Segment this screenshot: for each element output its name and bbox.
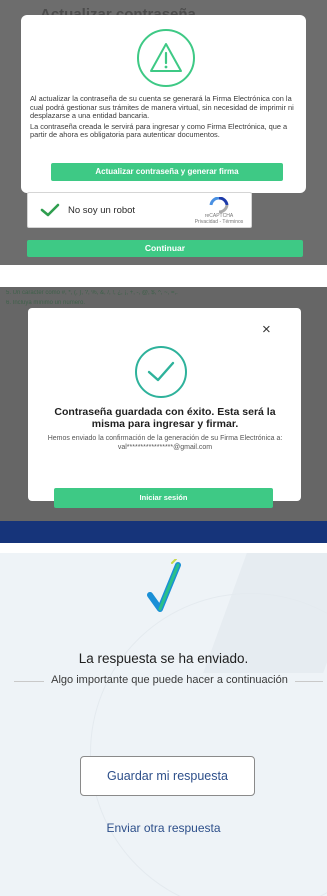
success-dialog: × Contraseña guardada con éxito. Esta se… bbox=[28, 308, 301, 508]
background-rule-5: 5. Un caracter como #, *, (, ), ?, %, &,… bbox=[6, 290, 178, 296]
recaptcha-links[interactable]: Privacidad - Términos bbox=[188, 219, 250, 225]
next-steps-text: Algo importante que puede hacer a contin… bbox=[51, 674, 288, 686]
recaptcha-text: reCAPTCHA Privacidad - Términos bbox=[188, 213, 250, 225]
update-password-button[interactable]: Actualizar contraseña y generar firma bbox=[51, 163, 283, 181]
divider-right bbox=[295, 681, 323, 682]
footer-bar bbox=[0, 521, 327, 543]
login-button[interactable]: Iniciar sesión bbox=[54, 488, 273, 508]
password-update-dialog: Al actualizar la contraseña de su cuenta… bbox=[21, 15, 306, 193]
background-rule-6: 6. Incluya mínimo un número. bbox=[6, 300, 86, 306]
dialog-paragraph-2: La contraseña creada le servirá para ing… bbox=[30, 121, 288, 140]
recaptcha-logo-icon bbox=[206, 196, 232, 214]
next-steps-row: Algo importante que puede hacer a contin… bbox=[0, 674, 327, 688]
continue-button[interactable]: Continuar bbox=[27, 240, 303, 257]
check-circle-icon bbox=[135, 346, 187, 398]
success-message: Hemos enviado la confirmación de la gene… bbox=[47, 435, 283, 451]
warning-triangle-icon bbox=[137, 29, 195, 87]
password-update-screen: Actualizar contraseña Al actualizar la c… bbox=[0, 0, 327, 265]
password-saved-screen: 5. Un caracter como #, *, (, ), ?, %, &,… bbox=[0, 287, 327, 543]
dialog-message: Al actualizar la contraseña de su cuenta… bbox=[30, 94, 298, 142]
divider-left bbox=[14, 681, 44, 682]
dialog-paragraph-1: Al actualizar la contraseña de su cuenta… bbox=[30, 94, 294, 121]
checkmark-logo-icon bbox=[146, 558, 182, 622]
response-sent-title: La respuesta se ha enviado. bbox=[78, 651, 249, 666]
save-response-button[interactable]: Guardar mi respuesta bbox=[80, 756, 255, 796]
recaptcha-label: No soy un robot bbox=[68, 205, 136, 216]
send-another-link[interactable]: Enviar otra respuesta bbox=[0, 821, 327, 835]
form-response-screen: La respuesta se ha enviado. Algo importa… bbox=[0, 553, 327, 896]
background-circle bbox=[90, 593, 327, 896]
success-title: Contraseña guardada con éxito. Esta será… bbox=[54, 406, 276, 430]
recaptcha-widget[interactable]: No soy un robot reCAPTCHA Privacidad - T… bbox=[27, 192, 252, 228]
checkmark-icon[interactable] bbox=[40, 203, 60, 222]
screenshot-collage: Actualizar contraseña Al actualizar la c… bbox=[0, 0, 327, 896]
close-icon[interactable]: × bbox=[262, 322, 271, 337]
